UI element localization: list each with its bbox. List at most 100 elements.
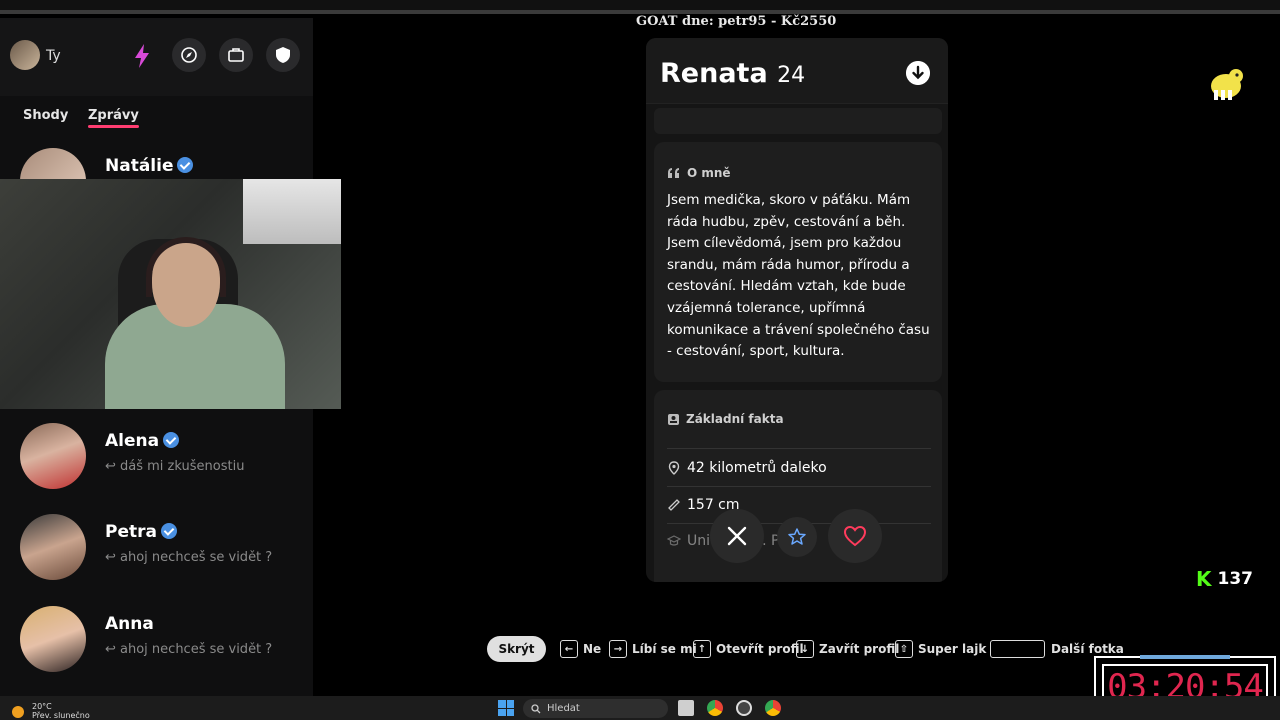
weather-desc: Přev. slunečno [32,711,90,720]
nope-button[interactable] [710,509,764,563]
fact-distance: 42 kilometrů daleko [667,460,827,476]
conversation-name: Petra [105,522,177,542]
hint-label: Otevřít profil [716,642,804,656]
fact-distance-text: 42 kilometrů daleko [687,460,827,476]
my-avatar[interactable] [10,40,40,70]
weather-text: 20°C Přev. slunečno [32,702,90,720]
conversation-name: Alena [105,431,180,451]
arrow-up-key-icon: ↑ [693,640,711,658]
windows-start-icon[interactable] [498,700,514,716]
avatar [20,606,86,672]
chrome-icon[interactable] [765,700,781,716]
location-pin-icon [668,461,680,475]
conversation-item[interactable]: Petra ↩ ahoj nechceš se vidět ? [0,514,313,606]
goat-banner: GOAT dne: petr95 - Kč2550 [636,14,837,29]
profile-card[interactable]: Renata 24 O mně Jsem medička, skoro v pá… [646,38,948,582]
explore-button[interactable] [172,38,206,72]
hint-label: Zavřít profil [819,642,900,656]
webcam-overlay [0,179,341,409]
taskbar: 20°C Přev. slunečno Hledat [0,696,1280,720]
kick-viewer-count: K 137 [1196,567,1253,591]
profile-name: Renata 24 [660,58,805,89]
close-icon [727,526,747,546]
top-strip [0,0,1280,14]
about-section: O mně Jsem medička, skoro v páťáku. Mám … [654,142,942,382]
verified-badge-icon [163,432,180,448]
conversation-name: Anna [105,614,154,634]
hint-label: Super lajk [918,642,987,656]
taskbar-search[interactable]: Hledat [523,699,668,718]
conversation-last-message: ↩ ahoj nechceš se vidět ? [105,550,273,565]
kick-logo-icon: K [1196,567,1212,591]
viewer-count: 137 [1217,569,1254,589]
arrow-down-icon[interactable] [906,61,930,85]
briefcase-icon [228,48,244,62]
hint-close-profile: ↓ Zavřít profil [796,636,899,662]
hint-open-profile: ↑ Otevřít profil [693,636,804,662]
weather-temp: 20°C [32,702,52,711]
profile-bio: Jsem medička, skoro v páťáku. Mám ráda h… [667,192,930,360]
file-explorer-icon[interactable] [678,700,694,716]
arrow-down-key-icon: ↓ [796,640,814,658]
tab-messages[interactable]: Zprávy [88,108,139,128]
sidebar-tabs: Shody Zprávy [0,96,313,140]
safety-button[interactable] [266,38,300,72]
heart-icon [843,525,867,547]
conversation-item[interactable]: Alena ↩ dáš mi zkušenostiu [0,423,313,515]
boost-icon[interactable] [130,42,154,70]
verified-badge-icon [160,523,177,539]
arrow-right-key-icon: → [609,640,627,658]
timer-glow-top [1140,655,1230,659]
profile-header: Renata 24 [646,38,948,104]
space-key-icon [990,640,1045,658]
verified-badge-icon [177,157,194,173]
webcam-window [243,179,341,244]
profile-age: 24 [777,63,806,88]
compass-icon [181,47,197,63]
work-button[interactable] [219,38,253,72]
conversation-last-message: ↩ ahoj nechceš se vidět ? [105,642,273,657]
conversation-name-text: Natálie [105,156,174,176]
sun-icon [12,706,24,718]
conversation-name-text: Alena [105,431,160,451]
conversation-name-text: Anna [105,614,154,634]
about-title: O mně [667,166,731,180]
graduation-cap-icon [667,535,681,546]
profile-name-text: Renata [660,58,768,89]
avatar [20,423,86,489]
divider [667,448,931,449]
obs-icon[interactable] [736,700,752,716]
super-like-button[interactable] [777,517,817,557]
shift-key-icon: ⇧ [895,640,913,658]
hint-label: Ne [583,642,602,656]
conversation-name-text: Petra [105,522,157,542]
hint-nope: ← Ne [560,636,601,662]
chrome-icon[interactable] [707,700,723,716]
conversation-name: Natálie [105,156,194,176]
star-icon [788,528,806,545]
search-placeholder: Hledat [547,703,580,714]
about-title-text: O mně [687,166,731,180]
keyboard-hints: Skrýt ← Ne → Líbí se mi ↑ Otevřít profil ↓ Z… [487,636,1127,662]
id-card-icon [668,413,679,425]
hint-like: → Líbí se mi [609,636,697,662]
sidebar-header: Ty [0,18,313,96]
like-button[interactable] [828,509,882,563]
hint-label: Další fotka [1051,642,1124,656]
my-profile-label[interactable]: Ty [46,48,61,64]
ruler-icon [668,499,680,511]
search-icon [531,703,541,713]
quote-icon [668,168,679,178]
hint-super-like: ⇧ Super lajk [895,636,986,662]
hide-hints-button[interactable]: Skrýt [487,636,546,662]
photo-strip [654,108,942,134]
divider [667,486,931,487]
hint-label: Líbí se mi [632,642,697,656]
tab-matches[interactable]: Shody [23,108,68,123]
arrow-left-key-icon: ← [560,640,578,658]
conversation-item[interactable]: Anna ↩ ahoj nechceš se vidět ? [0,606,313,698]
shield-icon [276,47,290,63]
facts-title: Základní fakta [667,412,784,426]
avatar [20,514,86,580]
conversation-last-message: ↩ dáš mi zkušenostiu [105,459,245,474]
